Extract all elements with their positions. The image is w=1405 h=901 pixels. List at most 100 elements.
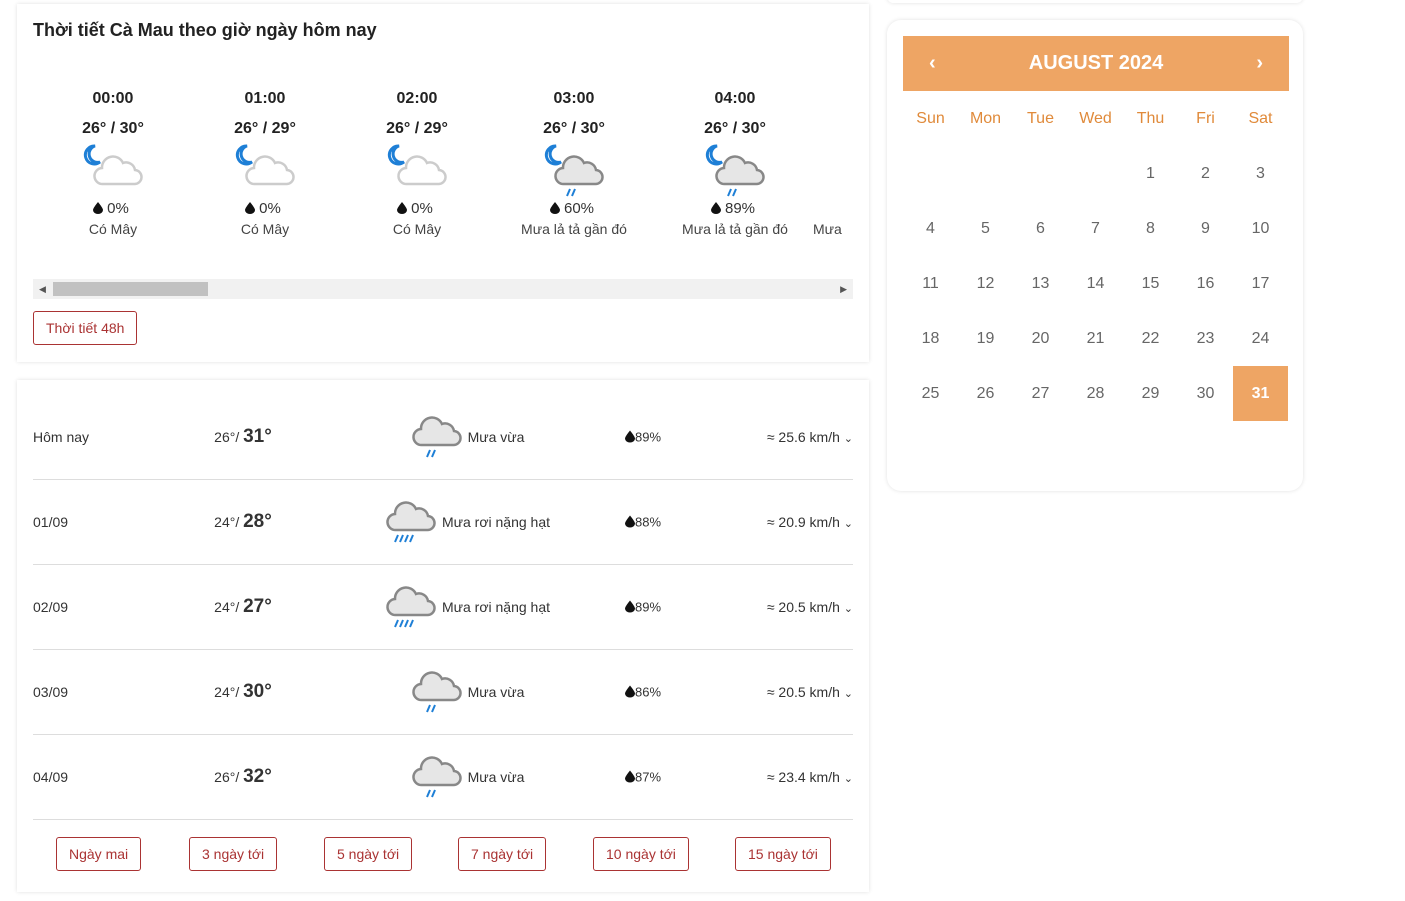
weekday-label: Wed [1079,110,1112,127]
calendar-day[interactable]: 30 [1178,366,1233,421]
forecast-range-button[interactable]: 5 ngày tới [324,837,413,871]
chevron-down-icon[interactable]: ⌄ [844,688,853,700]
rain-cloud-icon [386,498,436,546]
weekday-label: Sun [916,110,945,127]
hour-description: Mưa [813,221,842,237]
hour-temp: 26° / 29° [386,120,448,137]
day-date: Hôm nay [33,429,90,445]
calendar-day[interactable]: 5 [958,201,1013,256]
daily-row[interactable]: 02/09 24°/ 27° Mưa rơi nặng hạt 89% ≈ 20… [33,565,853,650]
calendar-day[interactable]: 10 [1233,201,1288,256]
forecast-range-button[interactable]: 7 ngày tới [458,837,547,871]
calendar-day[interactable]: 9 [1178,201,1233,256]
day-condition: Mưa vừa [343,753,593,801]
forecast-range-button[interactable]: 10 ngày tới [593,837,689,871]
calendar-day[interactable]: 6 [1013,201,1068,256]
prev-month-button[interactable]: ‹ [929,52,936,75]
hour-precipitation: 0% [33,200,193,217]
chevron-down-icon[interactable]: ⌄ [844,773,853,785]
next-month-button[interactable]: › [1256,52,1263,75]
calendar-day[interactable]: 2 [1178,146,1233,201]
day-date: 04/09 [33,769,69,785]
hourly-scroll-area[interactable]: 00:00 26° / 30° 0% Có Mây 01:00 26° / 29°… [33,64,853,264]
daily-row[interactable]: 01/09 24°/ 28° Mưa rơi nặng hạt 88% ≈ 20… [33,480,853,565]
calendar-header: ‹ AUGUST 2024 › [903,36,1289,91]
calendar-day[interactable]: 29 [1123,366,1178,421]
day-temp: 24°/ 30° [214,681,272,702]
hour-time: 02:00 [396,90,438,107]
night-cloud-icon [235,144,295,194]
hour-precipitation: 60% [494,200,654,217]
rain-cloud-icon [386,583,436,631]
calendar-month-title: AUGUST 2024 [1028,52,1164,74]
chevron-down-icon[interactable]: ⌄ [844,433,853,445]
day-humidity: 87% [593,770,693,785]
forecast-range-button[interactable]: Ngày mai [56,837,142,871]
calendar-day[interactable]: 20 [1013,311,1068,366]
hourly-forecast-card: Thời tiết Cà Mau theo giờ ngày hôm nay 0… [17,4,869,362]
calendar-day[interactable]: 4 [903,201,958,256]
calendar-day[interactable]: 23 [1178,311,1233,366]
calendar-day[interactable]: 27 [1013,366,1068,421]
daily-row[interactable]: 03/09 24°/ 30° Mưa vừa 86% ≈ 20.5 km/h ⌄ [33,650,853,735]
day-date: 03/09 [33,684,69,700]
day-temp: 24°/ 28° [214,511,272,532]
night-rain-icon [544,144,604,197]
weekday-label: Thu [1136,110,1165,127]
horizontal-scrollbar[interactable]: ◀ ▶ [33,279,853,299]
day-wind: ≈ 20.9 km/h ⌄ [766,514,853,530]
calendar-day[interactable]: 11 [903,256,958,311]
daily-row[interactable]: 04/09 26°/ 32° Mưa vừa 87% ≈ 23.4 km/h ⌄ [33,735,853,820]
hour-time [813,90,853,108]
weekday-label: Sat [1248,110,1273,127]
calendar-day[interactable]: 28 [1068,366,1123,421]
calendar-day[interactable]: 12 [958,256,1013,311]
hour-temp [813,120,853,138]
rain-cloud-icon [411,668,462,716]
forecast-range-button[interactable]: 3 ngày tới [189,837,278,871]
day-condition: Mưa vừa [343,413,593,461]
hourly-item: Mưa [813,64,853,237]
hourly-item: 00:00 26° / 30° 0% Có Mây [33,64,193,237]
calendar-day[interactable]: 21 [1068,311,1123,366]
top-card-stub [887,0,1303,3]
weather-48h-button[interactable]: Thời tiết 48h [33,311,138,345]
calendar-day[interactable]: 19 [958,311,1013,366]
scrollbar-thumb[interactable] [53,282,208,296]
hour-time: 04:00 [714,90,756,107]
scroll-left-arrow-icon[interactable]: ◀ [39,284,46,295]
hourly-item: 03:00 26° / 30° 60% Mưa lả tả gần đó [494,64,654,237]
calendar-day[interactable]: 13 [1013,256,1068,311]
wind-icon: ≈ [766,769,775,785]
day-condition: Mưa rơi nặng hạt [343,583,593,631]
calendar-day[interactable]: 3 [1233,146,1288,201]
chevron-down-icon[interactable]: ⌄ [844,518,853,530]
calendar-day[interactable]: 14 [1068,256,1123,311]
daily-row[interactable]: Hôm nay 26°/ 31° Mưa vừa 89% ≈ 25.6 km/h… [33,395,853,480]
calendar-day[interactable]: 31 [1233,366,1288,421]
calendar-day[interactable]: 7 [1068,201,1123,256]
calendar-day[interactable]: 17 [1233,256,1288,311]
calendar-day[interactable]: 26 [958,366,1013,421]
calendar-day[interactable]: 15 [1123,256,1178,311]
calendar-day[interactable]: 24 [1233,311,1288,366]
calendar-day[interactable]: 16 [1178,256,1233,311]
scroll-right-arrow-icon[interactable]: ▶ [840,284,847,295]
calendar-card: ‹ AUGUST 2024 › Sun Mon Tue Wed Thu Fri Sat 1 2 3… [887,20,1303,491]
hour-time: 00:00 [92,90,134,107]
calendar-day[interactable]: 18 [903,311,958,366]
calendar-day[interactable]: 8 [1123,201,1178,256]
chevron-down-icon[interactable]: ⌄ [844,603,853,615]
wind-icon: ≈ [766,684,775,700]
hourly-title: Thời tiết Cà Mau theo giờ ngày hôm nay [33,20,377,40]
hour-precipitation: 0% [337,200,497,217]
calendar-day[interactable]: 1 [1123,146,1178,201]
day-temp: 26°/ 32° [214,766,272,787]
day-condition: Mưa vừa [343,668,593,716]
hour-description: Mưa lả tả gần đó [682,221,788,237]
day-temp: 26°/ 31° [214,426,272,447]
wind-icon: ≈ [766,429,775,445]
forecast-range-button[interactable]: 15 ngày tới [735,837,831,871]
calendar-day[interactable]: 25 [903,366,958,421]
calendar-day[interactable]: 22 [1123,311,1178,366]
